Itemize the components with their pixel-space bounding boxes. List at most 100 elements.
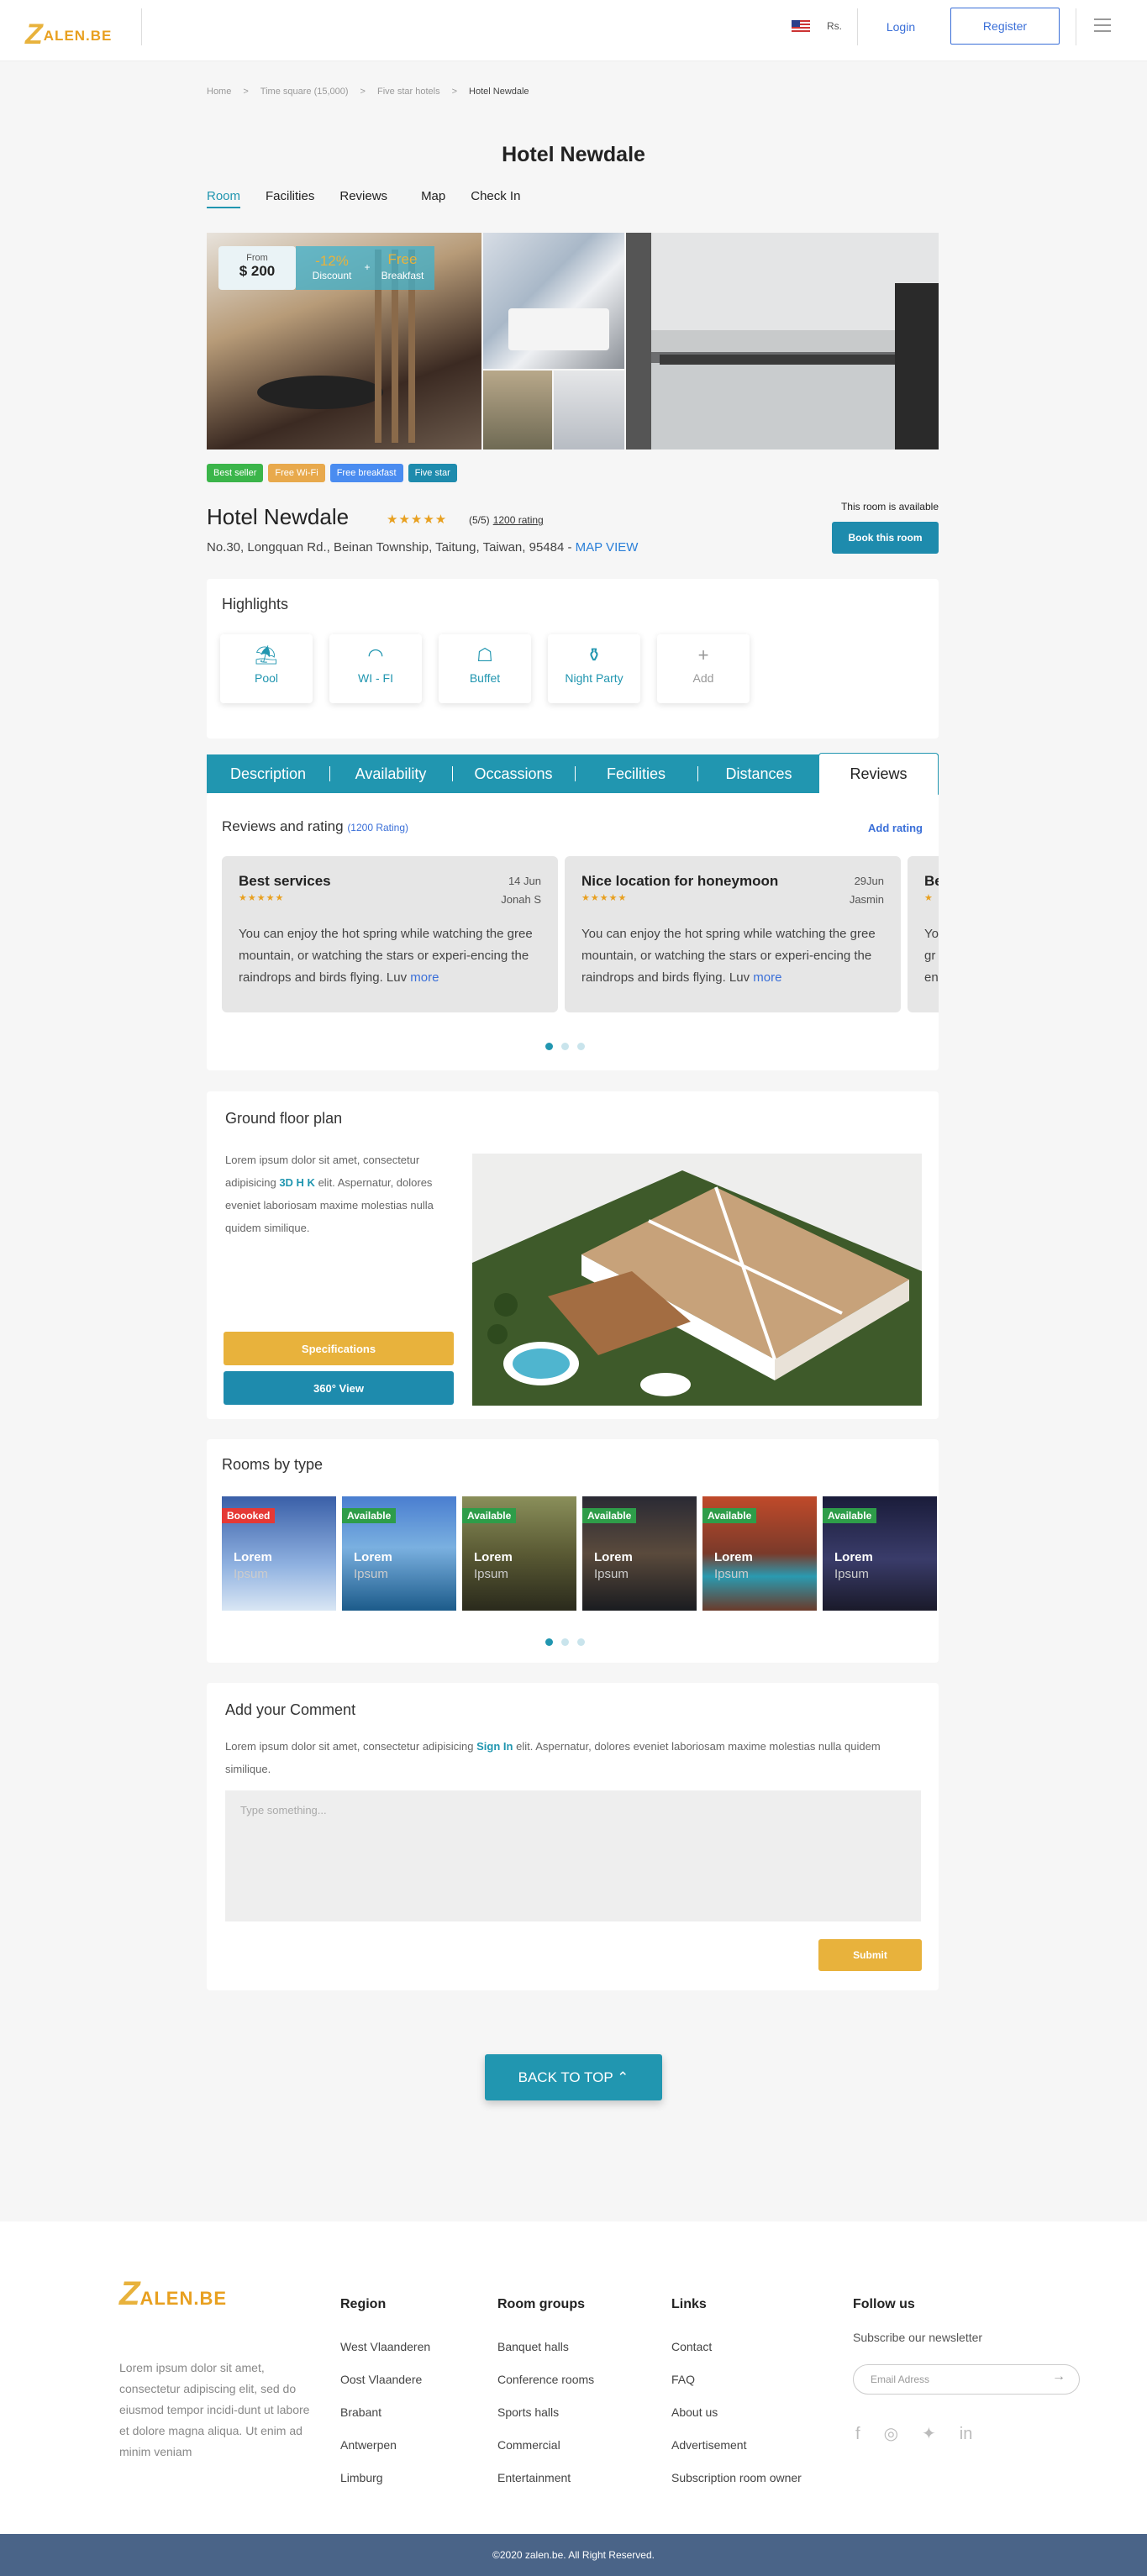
- floor-plan-text: Lorem ipsum dolor sit amet, consectetur …: [225, 1154, 434, 1234]
- footer-link[interactable]: About us: [671, 2405, 802, 2419]
- tab-occassions[interactable]: Occassions: [452, 754, 575, 793]
- footer-link[interactable]: Contact: [671, 2340, 802, 2353]
- logo-mark: Z: [25, 18, 44, 50]
- specifications-button[interactable]: Specifications: [224, 1332, 454, 1365]
- linkedin-icon[interactable]: in: [960, 2425, 973, 2443]
- room-type-card[interactable]: Available Lorem Ipsum: [582, 1496, 697, 1611]
- twitter-icon[interactable]: ✦: [922, 2425, 936, 2443]
- highlight-pool[interactable]: ⛱ Pool: [220, 634, 313, 703]
- tab-description[interactable]: Description: [207, 754, 329, 793]
- tab-reviews[interactable]: Reviews: [339, 189, 387, 207]
- review-card[interactable]: Nice location for honeymoon ★★★★★ 29Jun …: [565, 856, 901, 1012]
- pagination-dot[interactable]: [561, 1638, 569, 1646]
- newsletter-email-input[interactable]: Email Adress: [853, 2364, 1080, 2395]
- add-rating-link[interactable]: Add rating: [868, 822, 923, 834]
- highlight-night-party[interactable]: ⚱ Night Party: [548, 634, 640, 703]
- logo[interactable]: ZALEN.BE: [25, 15, 113, 50]
- room-type-card[interactable]: Available Lorem Ipsum: [702, 1496, 817, 1611]
- reviews-count: (1200 Rating): [347, 822, 409, 833]
- arrow-right-icon[interactable]: →: [1052, 2369, 1065, 2384]
- hamburger-menu-icon[interactable]: [1094, 18, 1111, 34]
- newsletter-label: Subscribe our newsletter: [853, 2331, 983, 2344]
- highlight-wifi[interactable]: ◠ WI - FI: [329, 634, 422, 703]
- room-status-badge: Available: [702, 1508, 757, 1523]
- logo-text: ALEN.BE: [43, 28, 113, 44]
- highlight-label: Pool: [254, 671, 279, 685]
- room-status-badge: Available: [342, 1508, 397, 1523]
- footer-link[interactable]: Advertisement: [671, 2438, 802, 2452]
- room-type-card[interactable]: Available Lorem Ipsum: [823, 1496, 937, 1611]
- instagram-icon[interactable]: ◎: [884, 2425, 898, 2443]
- view-360-button[interactable]: 360° View: [224, 1371, 454, 1405]
- breadcrumb-time-square[interactable]: Time square (15,000): [260, 87, 349, 97]
- map-view-link[interactable]: MAP VIEW: [576, 540, 639, 555]
- footer-link[interactable]: FAQ: [671, 2373, 802, 2386]
- gallery-kitchen-photo[interactable]: [626, 233, 939, 449]
- review-card[interactable]: Best services ★★★★★ 14 Jun Jonah S You c…: [222, 856, 558, 1012]
- footer-link[interactable]: Banquet halls: [497, 2340, 594, 2353]
- review-title: Best services: [239, 873, 331, 889]
- highlight-buffet[interactable]: ☖ Buffet: [439, 634, 531, 703]
- tab-fecilities[interactable]: Fecilities: [575, 754, 697, 793]
- currency-label[interactable]: Rs.: [827, 20, 842, 32]
- login-button[interactable]: Login: [874, 13, 928, 41]
- footer-link[interactable]: Conference rooms: [497, 2373, 594, 2386]
- room-type-card[interactable]: Available Lorem Ipsum: [342, 1496, 456, 1611]
- tab-map[interactable]: Map: [421, 189, 445, 207]
- footer-link[interactable]: West Vlaanderen: [340, 2340, 430, 2353]
- description-tabs: Description Availability Occassions Feci…: [207, 753, 939, 795]
- badge-list: Best seller Free Wi-Fi Free breakfast Five …: [207, 464, 462, 482]
- reviews-card: Reviews and rating (1200 Rating) Add rat…: [207, 793, 939, 1070]
- room-type-card[interactable]: Boooked Lorem Ipsum: [222, 1496, 336, 1611]
- footer-about: Lorem ipsum dolor sit amet, consectetur …: [119, 2361, 310, 2458]
- footer-link[interactable]: Limburg: [340, 2471, 430, 2484]
- wifi-icon: ◠: [367, 644, 384, 665]
- section-tabs: Room Facilities Reviews Map Check In: [207, 189, 545, 208]
- footer-link[interactable]: Antwerpen: [340, 2438, 430, 2452]
- footer-link[interactable]: Entertainment: [497, 2471, 594, 2484]
- register-button[interactable]: Register: [950, 8, 1060, 45]
- footer-link[interactable]: Brabant: [340, 2405, 430, 2419]
- footer-link[interactable]: Commercial: [497, 2438, 594, 2452]
- tab-distances[interactable]: Distances: [697, 754, 820, 793]
- highlight-add[interactable]: + Add: [657, 634, 750, 703]
- room-sublabel: Ipsum: [714, 1567, 749, 1581]
- flag-icon[interactable]: [792, 20, 810, 33]
- footer-link[interactable]: Oost Vlaandere: [340, 2373, 430, 2386]
- pagination-dot[interactable]: [577, 1638, 585, 1646]
- pagination-dot[interactable]: [577, 1043, 585, 1050]
- pagination-dot[interactable]: [561, 1043, 569, 1050]
- floor-plan-image[interactable]: [472, 1154, 922, 1406]
- review-user: Jonah S: [501, 893, 541, 906]
- breadcrumb-home[interactable]: Home: [207, 87, 231, 97]
- read-more-link[interactable]: more: [753, 970, 781, 985]
- gallery-photo-3[interactable]: [483, 371, 552, 449]
- gallery-bedroom-photo[interactable]: [483, 233, 624, 369]
- facebook-icon[interactable]: f: [855, 2425, 860, 2443]
- pagination-dot[interactable]: [545, 1638, 553, 1646]
- tab-check-in[interactable]: Check In: [471, 189, 520, 207]
- room-type-card[interactable]: Available Lorem Ipsum: [462, 1496, 576, 1611]
- footer-link[interactable]: Sports halls: [497, 2405, 594, 2419]
- read-more-link[interactable]: more: [410, 970, 439, 985]
- pagination-dot[interactable]: [545, 1043, 553, 1050]
- book-room-button[interactable]: Book this room: [832, 522, 939, 554]
- review-stars: ★★★★★: [239, 893, 285, 903]
- sign-in-link[interactable]: Sign In: [476, 1740, 513, 1753]
- tab-facilities[interactable]: Facilities: [266, 189, 314, 207]
- back-to-top-button[interactable]: BACK TO TOP ⌃: [485, 2054, 662, 2100]
- gallery-photo-4[interactable]: [554, 371, 624, 449]
- footer-region-column: Region West Vlaanderen Oost Vlaandere Br…: [340, 2297, 430, 2504]
- comment-textarea[interactable]: Type something...: [225, 1790, 921, 1921]
- tab-availability[interactable]: Availability: [329, 754, 452, 793]
- footer-logo[interactable]: ZALEN.BE: [119, 2275, 227, 2313]
- breadcrumb-five-star[interactable]: Five star hotels: [377, 87, 440, 97]
- footer-link[interactable]: Subscription room owner: [671, 2471, 802, 2484]
- footer-heading: Room groups: [497, 2297, 585, 2311]
- submit-button[interactable]: Submit: [818, 1939, 922, 1971]
- tab-reviews-active[interactable]: Reviews: [818, 753, 939, 795]
- rating-count-link[interactable]: 1200 rating: [493, 514, 544, 526]
- tab-room[interactable]: Room: [207, 189, 241, 208]
- review-card[interactable]: Be ★ Yo gr en: [908, 856, 939, 1012]
- footer-heading: Region: [340, 2297, 387, 2311]
